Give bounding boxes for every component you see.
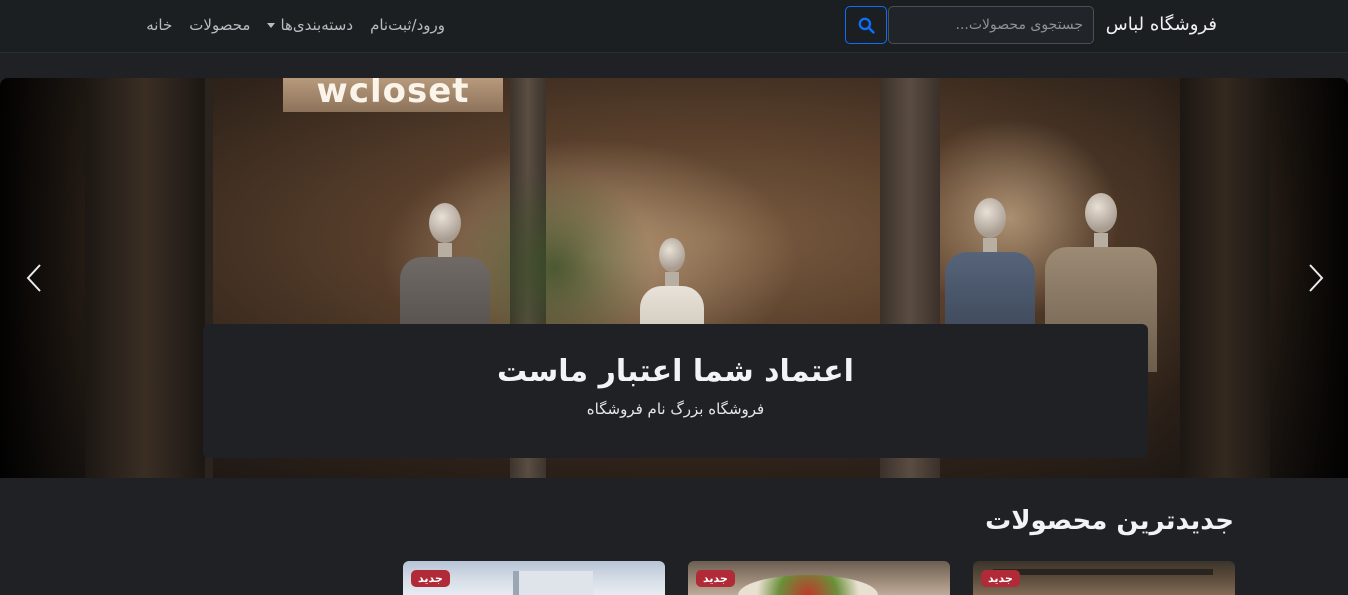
search-icon (858, 17, 875, 34)
nav-link-login[interactable]: ورود/ثبت‌نام (370, 16, 445, 34)
nav-dropdown-categories[interactable]: دسته‌بندی‌ها (267, 16, 353, 34)
nav-links: خانه محصولات دسته‌بندی‌ها ورود/ثبت‌نام (146, 16, 445, 34)
new-badge: جدید (411, 570, 450, 587)
carousel-prev-button[interactable] (24, 263, 44, 293)
new-badge: جدید (696, 570, 735, 587)
nav-link-products[interactable]: محصولات (189, 16, 250, 34)
caret-down-icon (267, 22, 276, 28)
product-card[interactable]: جدید (403, 561, 665, 595)
chevron-left-icon (26, 264, 41, 292)
new-badge: جدید (981, 570, 1020, 587)
carousel-caption: اعتماد شما اعتبار ماست فروشگاه بزرگ نام … (203, 324, 1148, 458)
product-card[interactable]: جدید (688, 561, 950, 595)
search-button[interactable] (845, 6, 887, 44)
brand-logo[interactable]: فروشگاه لباس (1106, 14, 1217, 35)
section-title: جدیدترین محصولات (985, 506, 1234, 536)
search-input[interactable] (888, 6, 1094, 44)
caption-subtitle: فروشگاه بزرگ نام فروشگاه (586, 400, 765, 418)
product-card[interactable]: جدید (973, 561, 1235, 595)
caption-title: اعتماد شما اعتبار ماست (497, 354, 854, 389)
nav-link-categories-label: دسته‌بندی‌ها (280, 16, 354, 34)
navbar: فروشگاه لباس خانه محصولات دسته‌بندی‌ها و… (0, 0, 1348, 53)
nav-link-home[interactable]: خانه (146, 16, 172, 34)
chevron-right-icon (1309, 264, 1324, 292)
carousel-next-button[interactable] (1306, 263, 1326, 293)
store-sign: wcloset (283, 78, 503, 112)
storefront-pillar (1180, 78, 1270, 478)
storefront-pillar (85, 78, 205, 478)
hero-carousel: wcloset اعتماد شما اعتبار ماست فروشگاه ب… (0, 78, 1348, 478)
